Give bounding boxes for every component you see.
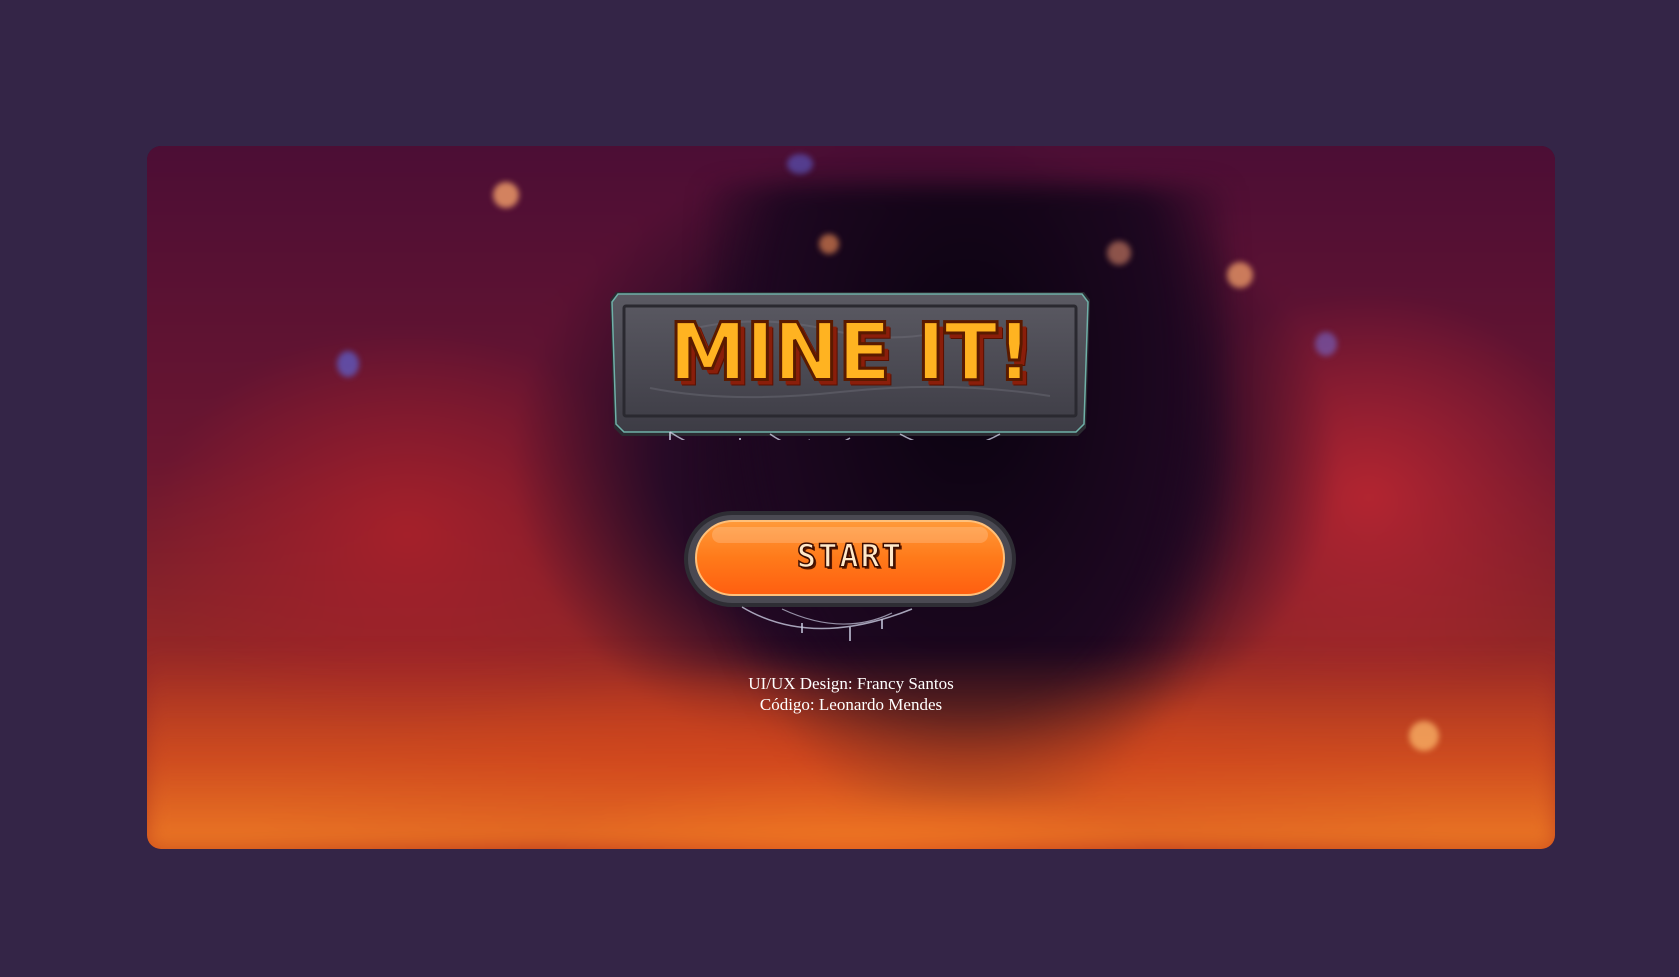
start-button-label: START: [796, 536, 904, 576]
ember-spark: [493, 182, 519, 208]
ember-spark: [1409, 721, 1439, 751]
ember-spark: [1107, 241, 1131, 265]
title-board: MINE IT!: [610, 292, 1090, 440]
credits: UI/UX Design: Francy Santos Código: Leon…: [147, 673, 1555, 715]
credit-code: Código: Leonardo Mendes: [759, 695, 943, 714]
game-stage: MINE IT! START UI/UX Design: Francy Sant…: [147, 146, 1555, 849]
game-title: MINE IT!: [667, 306, 1033, 401]
ember-spark: [787, 154, 813, 174]
page: MINE IT! START UI/UX Design: Francy Sant…: [0, 0, 1679, 977]
ember-spark: [1227, 262, 1253, 288]
start-button[interactable]: START: [694, 517, 1006, 593]
start-button-frame: START: [682, 509, 1022, 649]
ember-spark: [1315, 332, 1337, 356]
ember-spark: [819, 234, 839, 254]
ember-spark: [337, 351, 359, 377]
credit-design: UI/UX Design: Francy Santos: [748, 674, 954, 693]
